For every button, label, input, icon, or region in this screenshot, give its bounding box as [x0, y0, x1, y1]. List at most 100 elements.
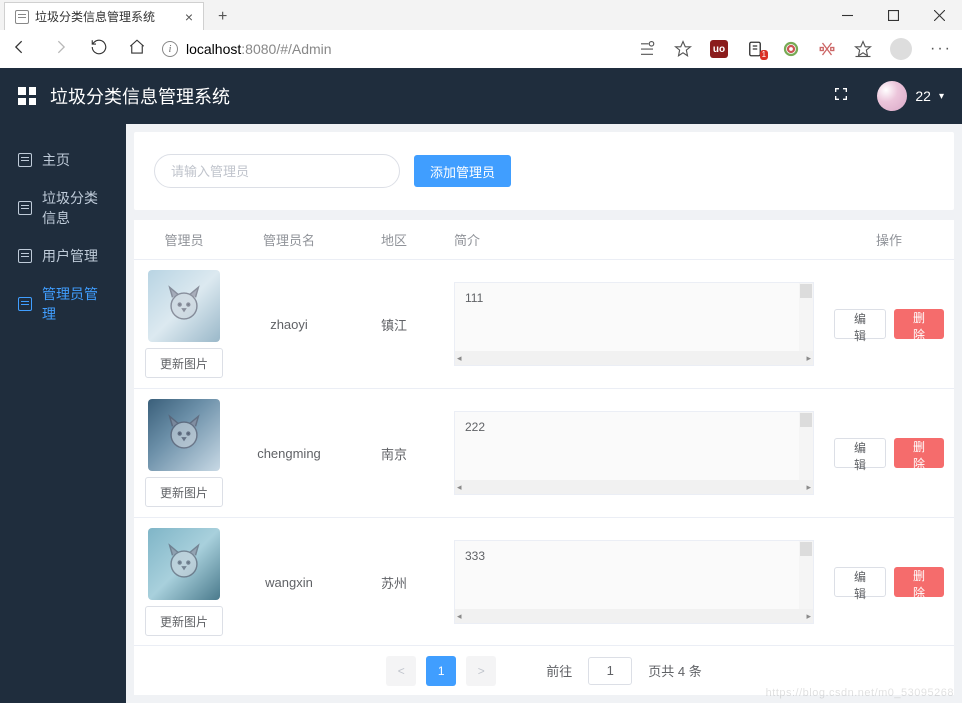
page-number-button[interactable]: 1 — [426, 656, 456, 686]
edit-button[interactable]: 编辑 — [834, 438, 886, 468]
cell-intro: 111◂▸ — [444, 260, 824, 388]
app-menu-icon[interactable] — [18, 87, 36, 105]
url-field[interactable]: i localhost:8080/#/Admin — [162, 41, 622, 57]
site-info-icon[interactable]: i — [162, 41, 178, 57]
new-tab-button[interactable]: + — [210, 4, 235, 30]
cell-intro: 333◂▸ — [444, 518, 824, 645]
nav-forward-button[interactable] — [50, 37, 70, 62]
tab-title: 垃圾分类信息管理系统 — [35, 8, 155, 25]
document-icon — [18, 297, 32, 311]
edit-button[interactable]: 编辑 — [834, 567, 886, 597]
table-header: 管理员 管理员名 地区 简介 操作 — [134, 220, 954, 260]
browser-right-icons: uo 1 ··· — [638, 38, 952, 60]
sidebar-item-admins[interactable]: 管理员管理 — [0, 280, 126, 328]
scrollbar-horizontal[interactable]: ◂▸ — [455, 351, 813, 365]
cell-actions: 编辑删除 — [824, 389, 954, 517]
scrollbar-thumb[interactable] — [800, 284, 812, 298]
total-text: 页共 4 条 — [648, 661, 701, 680]
cell-actions: 编辑删除 — [824, 260, 954, 388]
app-title: 垃圾分类信息管理系统 — [50, 83, 230, 109]
cell-image: 更新图片 — [134, 389, 234, 517]
document-icon — [18, 153, 32, 167]
main-content: 添加管理员 管理员 管理员名 地区 简介 操作 更新图片zhaoyi镇江111◂… — [126, 124, 962, 703]
favorite-icon[interactable] — [674, 40, 692, 58]
cell-actions: 编辑删除 — [824, 518, 954, 645]
nav-back-button[interactable] — [10, 37, 30, 62]
intro-textarea[interactable]: 111◂▸ — [454, 282, 814, 366]
page-goto-input[interactable] — [588, 657, 632, 685]
sidebar-item-label: 垃圾分类信息 — [42, 188, 108, 228]
cell-image: 更新图片 — [134, 518, 234, 645]
sidebar-item-home[interactable]: 主页 — [0, 136, 126, 184]
chevron-down-icon: ▾ — [939, 91, 944, 102]
scrollbar-horizontal[interactable]: ◂▸ — [455, 480, 813, 494]
cell-area: 南京 — [344, 389, 444, 517]
delete-button[interactable]: 删除 — [894, 438, 944, 468]
admin-thumbnail — [148, 270, 220, 342]
window-controls — [824, 0, 962, 30]
profile-avatar-icon[interactable] — [890, 38, 912, 60]
goto-prefix: 前往 — [546, 661, 572, 680]
admin-table: 管理员 管理员名 地区 简介 操作 更新图片zhaoyi镇江111◂▸编辑删除更… — [134, 220, 954, 695]
delete-button[interactable]: 删除 — [894, 309, 944, 339]
page-next-button[interactable]: > — [466, 656, 496, 686]
user-name: 22 — [915, 88, 931, 104]
window-close-button[interactable] — [916, 0, 962, 30]
ublock-ext-icon[interactable]: uo — [710, 40, 728, 58]
nav-home-button[interactable] — [128, 38, 146, 61]
tab-favicon-icon — [15, 10, 29, 24]
table-row: 更新图片zhaoyi镇江111◂▸编辑删除 — [134, 260, 954, 389]
user-menu[interactable]: 22 ▾ — [877, 81, 944, 111]
watermark: https://blog.csdn.net/m0_53095268 — [766, 687, 954, 699]
favorites-bar-icon[interactable] — [854, 40, 872, 58]
reader-icon[interactable] — [638, 40, 656, 58]
fullscreen-icon[interactable] — [833, 86, 849, 107]
delete-button[interactable]: 删除 — [894, 567, 944, 597]
add-admin-button[interactable]: 添加管理员 — [414, 155, 511, 187]
scrollbar-thumb[interactable] — [800, 542, 812, 556]
intro-textarea[interactable]: 222◂▸ — [454, 411, 814, 495]
browser-menu-icon[interactable]: ··· — [930, 40, 952, 58]
page-prev-button[interactable]: < — [386, 656, 416, 686]
table-body[interactable]: 更新图片zhaoyi镇江111◂▸编辑删除更新图片chengming南京222◂… — [134, 260, 954, 645]
window-minimize-button[interactable] — [824, 0, 870, 30]
notes-ext-icon[interactable]: 1 — [746, 40, 764, 58]
update-image-button[interactable]: 更新图片 — [145, 606, 223, 636]
ext-clip-icon[interactable] — [818, 40, 836, 58]
browser-chrome: 垃圾分类信息管理系统 × + i localhost:8080/#/Admin … — [0, 0, 962, 68]
sidebar: 主页 垃圾分类信息 用户管理 管理员管理 — [0, 124, 126, 703]
search-input[interactable] — [154, 154, 400, 188]
table-row: 更新图片wangxin苏州333◂▸编辑删除 — [134, 518, 954, 645]
url-host: localhost — [186, 41, 241, 57]
browser-tab[interactable]: 垃圾分类信息管理系统 × — [4, 2, 204, 30]
th-admin: 管理员 — [134, 220, 234, 259]
intro-textarea[interactable]: 333◂▸ — [454, 540, 814, 624]
window-maximize-button[interactable] — [870, 0, 916, 30]
th-area: 地区 — [344, 220, 444, 259]
scrollbar-horizontal[interactable]: ◂▸ — [455, 609, 813, 623]
update-image-button[interactable]: 更新图片 — [145, 477, 223, 507]
cell-area: 镇江 — [344, 260, 444, 388]
user-avatar-icon — [877, 81, 907, 111]
th-name: 管理员名 — [234, 220, 344, 259]
update-image-button[interactable]: 更新图片 — [145, 348, 223, 378]
edit-button[interactable]: 编辑 — [834, 309, 886, 339]
th-action: 操作 — [824, 220, 954, 259]
sidebar-item-users[interactable]: 用户管理 — [0, 232, 126, 280]
scrollbar-thumb[interactable] — [800, 413, 812, 427]
cell-name: chengming — [234, 389, 344, 517]
nav-refresh-button[interactable] — [90, 38, 108, 61]
sidebar-item-garbage[interactable]: 垃圾分类信息 — [0, 184, 126, 232]
tab-close-icon[interactable]: × — [185, 9, 193, 25]
admin-thumbnail — [148, 399, 220, 471]
sidebar-item-label: 管理员管理 — [42, 284, 108, 324]
sidebar-item-label: 用户管理 — [42, 246, 98, 266]
th-intro: 简介 — [444, 220, 824, 259]
document-icon — [18, 201, 32, 215]
ext-rainbow-icon[interactable] — [782, 40, 800, 58]
browser-address-bar: i localhost:8080/#/Admin uo 1 ··· — [0, 30, 962, 68]
app-header: 垃圾分类信息管理系统 22 ▾ — [0, 68, 962, 124]
url-path: /#/Admin — [276, 41, 331, 57]
url-port: :8080 — [241, 41, 276, 57]
cell-area: 苏州 — [344, 518, 444, 645]
